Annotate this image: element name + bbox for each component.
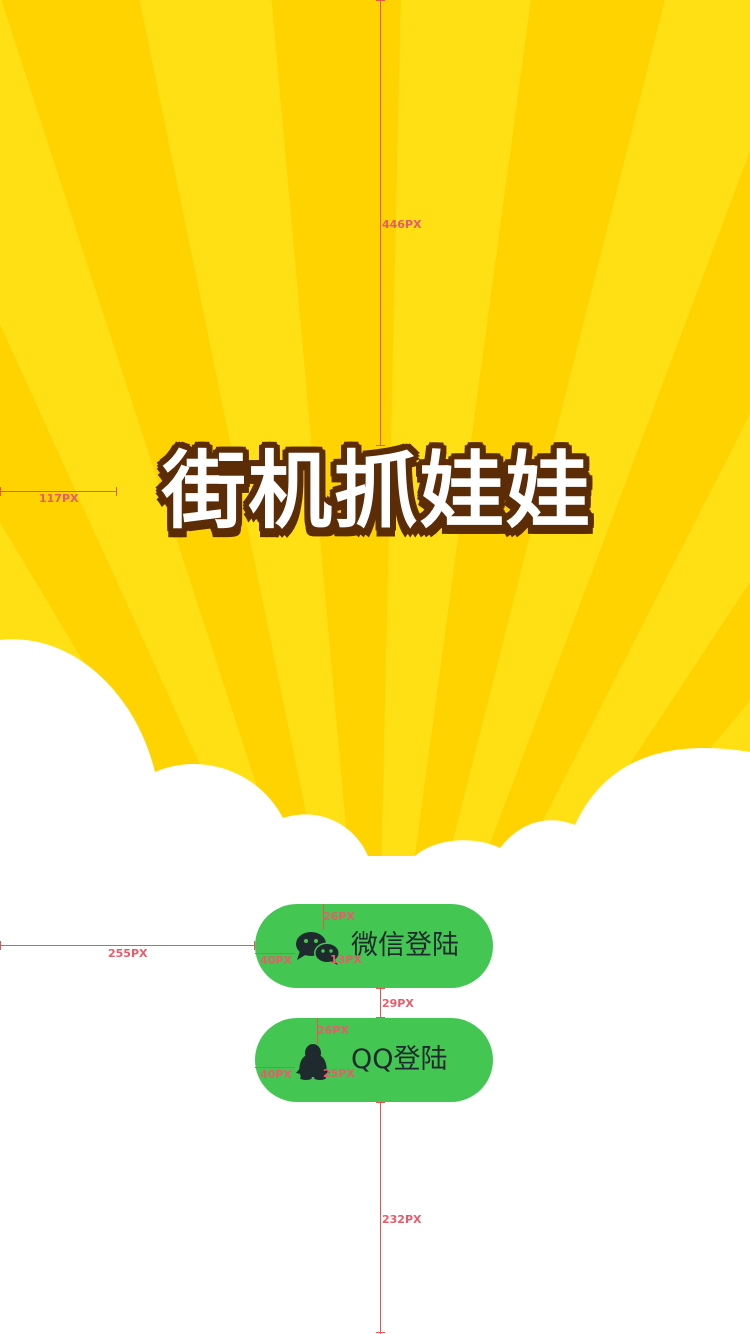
sunburst-cloud-background xyxy=(0,0,750,1334)
app-title: 街机抓娃娃 xyxy=(161,442,592,540)
spec-tick xyxy=(0,487,1,496)
spec-label-bottom: 232PX xyxy=(382,1213,422,1226)
spec-label-wechat-icon-top: 26PX xyxy=(323,910,355,923)
spec-tick xyxy=(376,0,385,1)
qq-login-button[interactable]: QQ登陆 xyxy=(255,1018,493,1102)
spec-tick xyxy=(376,988,385,989)
spec-label-button-gap: 29PX xyxy=(382,997,414,1010)
spec-label-wechat-icon-left: 40PX xyxy=(260,954,292,967)
spec-line-bottom xyxy=(380,1102,381,1334)
spec-label-title-left: 117PX xyxy=(39,492,79,505)
spec-tick xyxy=(376,1332,385,1333)
login-screen: 街机抓娃娃 微信登陆 QQ登陆 446PX 117PX 255PX 26PX 4… xyxy=(0,0,750,1334)
spec-label-title-top: 446PX xyxy=(382,218,422,231)
spec-tick xyxy=(0,941,1,950)
spec-tick xyxy=(116,487,117,496)
spec-tick xyxy=(254,941,255,950)
spec-label-qq-icon-left: 40PX xyxy=(260,1068,292,1081)
spec-tick xyxy=(376,445,385,446)
spec-label-button-left: 255PX xyxy=(108,947,148,960)
wechat-login-button[interactable]: 微信登陆 xyxy=(255,904,493,988)
spec-tick xyxy=(376,1017,385,1018)
spec-tick xyxy=(376,1102,385,1103)
spec-label-qq-icon-top: 26PX xyxy=(317,1024,349,1037)
qq-login-label: QQ登陆 xyxy=(351,1044,448,1075)
spec-label-wechat-icon-gap: 13PX xyxy=(330,953,362,966)
wechat-login-label: 微信登陆 xyxy=(351,930,459,961)
spec-line-button-left xyxy=(0,945,255,946)
spec-label-qq-icon-gap: 25PX xyxy=(323,1067,355,1080)
spec-line-title-top xyxy=(380,0,381,446)
spec-line-button-gap xyxy=(380,988,381,1018)
